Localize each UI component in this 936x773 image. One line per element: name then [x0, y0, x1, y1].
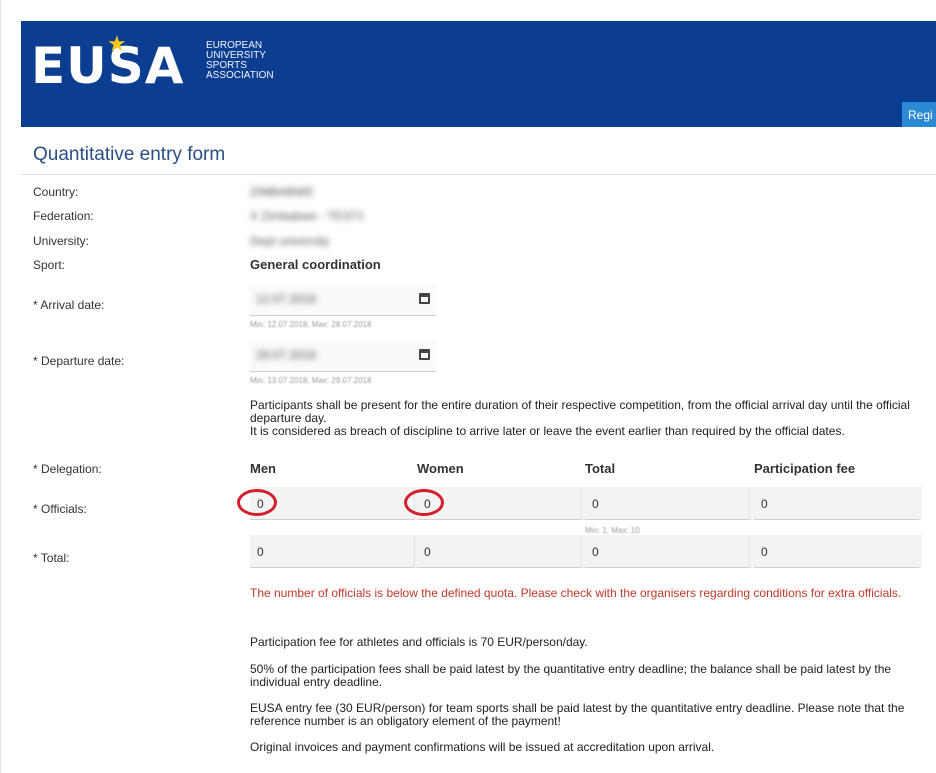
divider	[21, 174, 936, 175]
departure-date-hint: Min: 13.07.2018, Max: 29.07.2018	[250, 376, 372, 385]
page-title: Quantitative entry form	[33, 144, 226, 165]
total-women-value: 0	[417, 535, 582, 568]
sport-value: General coordination	[250, 257, 381, 272]
total-label: * Total:	[33, 551, 70, 565]
calendar-icon[interactable]	[419, 293, 430, 304]
column-header-total: Total	[585, 461, 616, 476]
total-fee-value: 0	[754, 535, 919, 568]
arrival-date-input[interactable]: 12.07.2018	[250, 284, 436, 316]
sport-label: Sport:	[33, 258, 66, 272]
federation-label: Federation:	[33, 209, 94, 223]
logo-subtitle: EUROPEAN UNIVERSITY SPORTS ASSOCIATION	[206, 41, 296, 81]
star-icon: ★	[107, 31, 127, 56]
presence-note-line: Participants shall be present for the en…	[250, 398, 910, 425]
calendar-icon[interactable]	[419, 349, 430, 360]
officials-warning: The number of officials is below the def…	[250, 586, 902, 600]
column-header-women: Women	[417, 461, 464, 476]
departure-date-value: 29.07.2018	[256, 348, 317, 362]
officials-fee-value: 0	[754, 487, 919, 520]
highlight-circle	[237, 489, 277, 516]
presence-note: Participants shall be present for the en…	[250, 399, 910, 438]
arrival-date-label: * Arrival date:	[33, 298, 105, 312]
federation-value-text: X Zimbabwe - TEST1	[250, 209, 365, 223]
register-button[interactable]: Regi	[902, 102, 936, 127]
highlight-circle	[404, 489, 444, 516]
departure-date-label: * Departure date:	[33, 354, 125, 368]
arrival-date-value: 12.07.2018	[256, 292, 317, 306]
country-value: ZIMBABWE	[250, 185, 314, 199]
total-row: 0 0 0 0	[250, 535, 922, 568]
university-value: Dept university	[250, 234, 329, 248]
info-paragraph: EUSA entry fee (30 EUR/person) for team …	[250, 701, 905, 728]
site-header: EUSA ★ EUROPEAN UNIVERSITY SPORTS ASSOCI…	[21, 21, 936, 127]
column-header-fee: Participation fee	[754, 461, 856, 476]
university-value-text: Dept university	[250, 234, 330, 248]
total-men-value: 0	[250, 535, 415, 568]
officials-total-hint: Min: 1, Max: 10	[585, 526, 640, 535]
federation-value: X Zimbabwe - TEST1	[250, 209, 364, 223]
officials-label: * Officials:	[33, 502, 87, 516]
country-value-text: ZIMBABWE	[250, 185, 315, 199]
info-paragraph: Original invoices and payment confirmati…	[250, 740, 715, 754]
info-paragraph: Participation fee for athletes and offic…	[250, 635, 588, 649]
total-total-value: 0	[585, 535, 750, 568]
departure-date-input[interactable]: 29.07.2018	[250, 340, 436, 372]
university-label: University:	[33, 234, 90, 248]
officials-total-value: 0	[585, 487, 750, 520]
presence-note-line: It is considered as breach of discipline…	[250, 424, 845, 438]
info-paragraph: 50% of the participation fees shall be p…	[250, 662, 892, 689]
officials-row: 0 0 0 0	[250, 487, 922, 520]
logo-subtitle-line: ASSOCIATION	[206, 70, 274, 81]
country-label: Country:	[33, 185, 79, 199]
column-header-men: Men	[250, 461, 276, 476]
delegation-label: * Delegation:	[33, 462, 102, 476]
eusa-logo[interactable]: EUSA ★	[31, 33, 184, 95]
arrival-date-hint: Min: 12.07.2018, Max: 28.07.2018	[250, 320, 372, 329]
